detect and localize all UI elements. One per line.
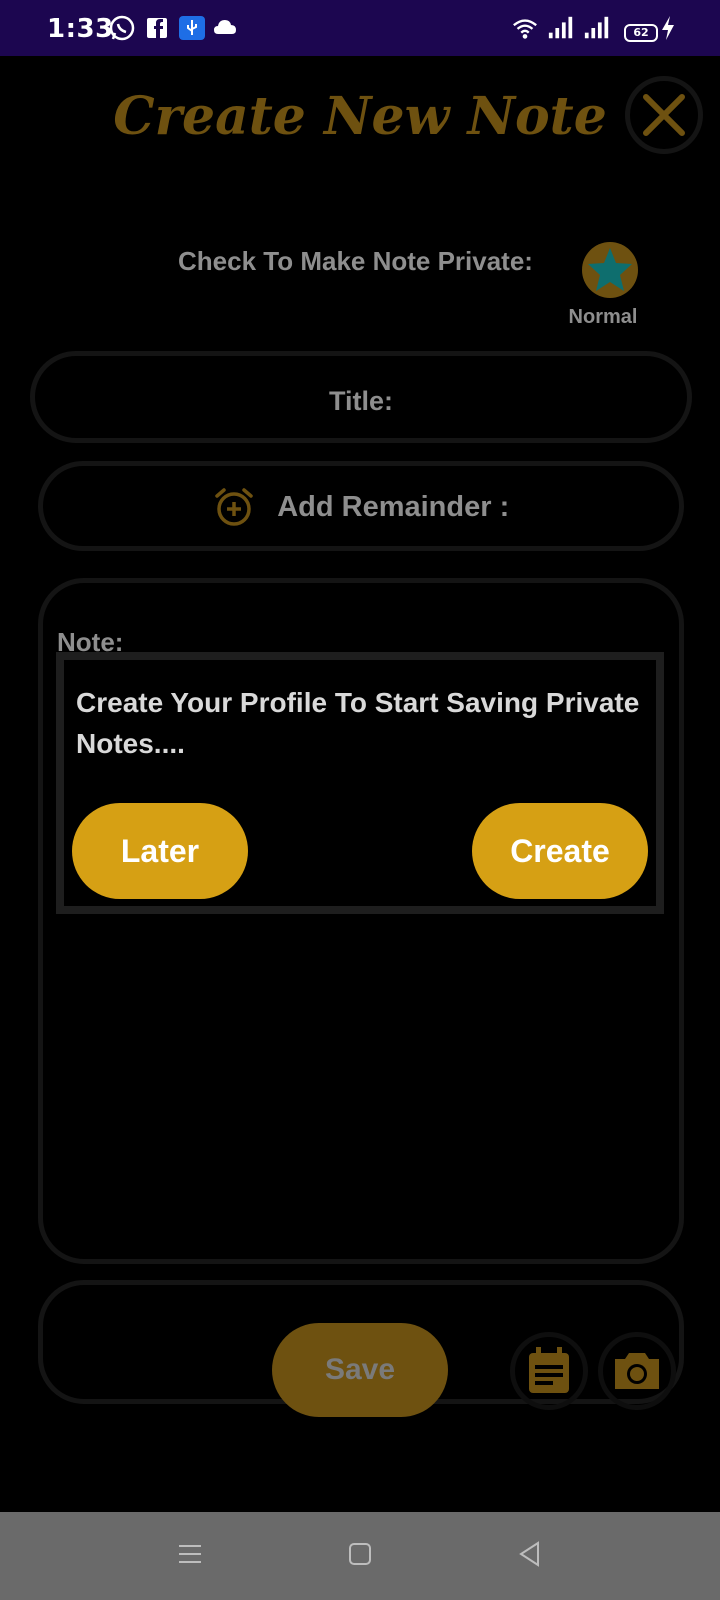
- save-button[interactable]: Save: [272, 1323, 448, 1417]
- create-button[interactable]: Create: [472, 803, 648, 899]
- whatsapp-icon: [109, 15, 135, 41]
- privacy-state-label: Normal: [568, 306, 638, 328]
- calendar-icon: [529, 1347, 569, 1393]
- close-icon: [643, 94, 685, 136]
- title-placeholder: Title:: [328, 386, 393, 416]
- signal-icon: [548, 16, 573, 39]
- menu-icon[interactable]: [176, 1540, 204, 1568]
- close-button[interactable]: [625, 76, 703, 154]
- charging-icon: [662, 16, 674, 40]
- remainder-label: Add Remainder :: [277, 490, 510, 523]
- private-toggle[interactable]: [582, 242, 638, 298]
- signal-icon: [584, 16, 609, 39]
- camera-icon: [615, 1353, 659, 1389]
- private-toggle-label: Check To Make Note Private:: [178, 246, 533, 276]
- wifi-icon: [513, 19, 537, 39]
- home-icon[interactable]: [346, 1540, 374, 1568]
- facebook-icon: [147, 18, 167, 38]
- add-remainder-button[interactable]: Add Remainder :: [38, 461, 684, 551]
- star-icon: [588, 248, 632, 291]
- profile-dialog: Create Your Profile To Start Saving Priv…: [56, 652, 664, 914]
- page-title: Create New Note: [113, 86, 607, 147]
- usb-icon: [179, 16, 205, 40]
- cloud-icon: [214, 20, 236, 34]
- dialog-message: Create Your Profile To Start Saving Priv…: [76, 687, 640, 759]
- status-time: 1:33: [47, 14, 114, 44]
- calendar-button[interactable]: [510, 1332, 588, 1410]
- back-icon[interactable]: [516, 1540, 544, 1568]
- alarm-add-icon: [215, 488, 253, 526]
- title-field[interactable]: Title:: [30, 351, 692, 443]
- battery-level: 62: [624, 24, 658, 42]
- camera-button[interactable]: [598, 1332, 676, 1410]
- later-button[interactable]: Later: [72, 803, 248, 899]
- navigation-bar: [0, 1512, 720, 1600]
- status-bar: 1:33 62: [0, 0, 720, 56]
